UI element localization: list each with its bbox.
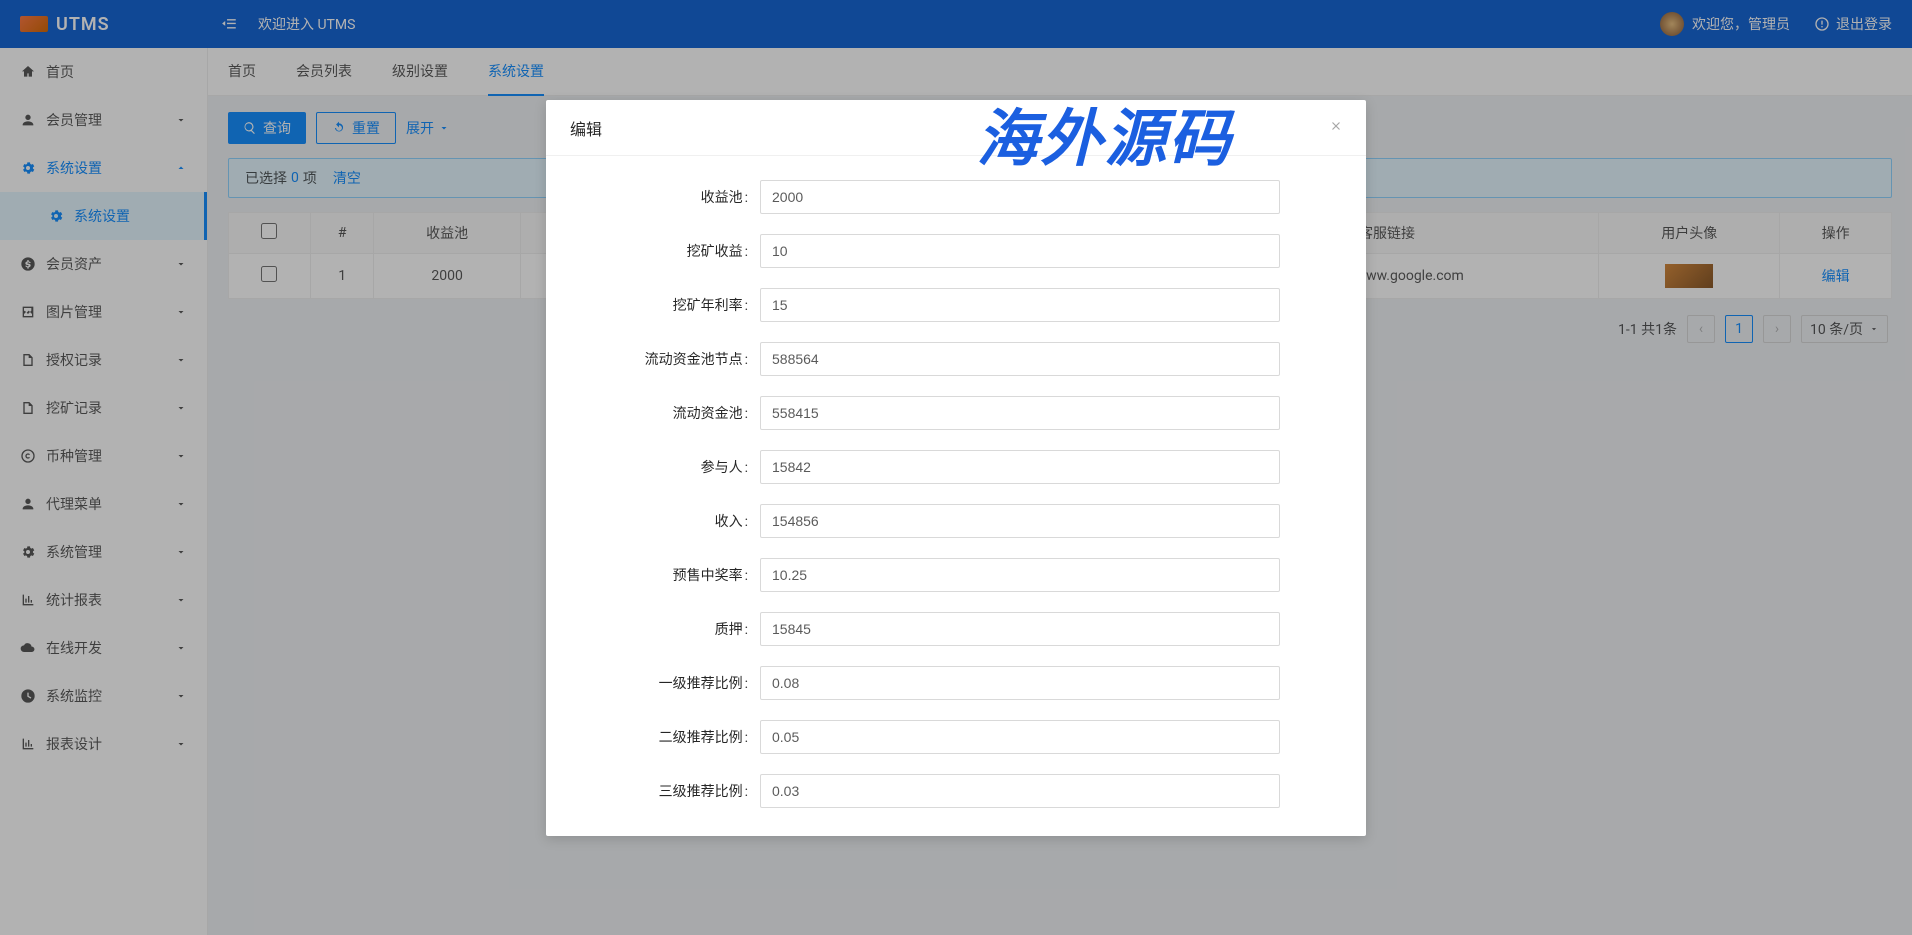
- modal-close-button[interactable]: [1324, 114, 1348, 138]
- form-label-2: 挖矿年利率: [570, 295, 760, 315]
- form-input-3[interactable]: [760, 342, 1280, 376]
- form-label-5: 参与人: [570, 457, 760, 477]
- form-label-0: 收益池: [570, 187, 760, 207]
- form-label-11: 三级推荐比例: [570, 781, 760, 801]
- form-input-6[interactable]: [760, 504, 1280, 538]
- form-row-7: 预售中奖率: [570, 558, 1342, 592]
- close-icon: [1329, 119, 1343, 133]
- form-input-0[interactable]: [760, 180, 1280, 214]
- modal-title: 编辑: [546, 100, 1366, 156]
- modal-body: 收益池挖矿收益挖矿年利率流动资金池节点流动资金池参与人收入预售中奖率质押一级推荐…: [546, 156, 1366, 836]
- form-input-8[interactable]: [760, 612, 1280, 646]
- form-input-4[interactable]: [760, 396, 1280, 430]
- form-label-9: 一级推荐比例: [570, 673, 760, 693]
- form-label-3: 流动资金池节点: [570, 349, 760, 369]
- form-label-6: 收入: [570, 511, 760, 531]
- form-row-0: 收益池: [570, 180, 1342, 214]
- form-row-11: 三级推荐比例: [570, 774, 1342, 808]
- form-label-4: 流动资金池: [570, 403, 760, 423]
- form-row-4: 流动资金池: [570, 396, 1342, 430]
- form-label-10: 二级推荐比例: [570, 727, 760, 747]
- form-row-8: 质押: [570, 612, 1342, 646]
- form-row-10: 二级推荐比例: [570, 720, 1342, 754]
- form-label-7: 预售中奖率: [570, 565, 760, 585]
- form-row-5: 参与人: [570, 450, 1342, 484]
- form-row-9: 一级推荐比例: [570, 666, 1342, 700]
- form-input-2[interactable]: [760, 288, 1280, 322]
- form-input-10[interactable]: [760, 720, 1280, 754]
- form-input-11[interactable]: [760, 774, 1280, 808]
- form-label-8: 质押: [570, 619, 760, 639]
- form-row-2: 挖矿年利率: [570, 288, 1342, 322]
- form-input-7[interactable]: [760, 558, 1280, 592]
- form-label-1: 挖矿收益: [570, 241, 760, 261]
- edit-modal: 编辑 收益池挖矿收益挖矿年利率流动资金池节点流动资金池参与人收入预售中奖率质押一…: [546, 100, 1366, 836]
- form-input-1[interactable]: [760, 234, 1280, 268]
- form-input-9[interactable]: [760, 666, 1280, 700]
- form-row-1: 挖矿收益: [570, 234, 1342, 268]
- form-row-3: 流动资金池节点: [570, 342, 1342, 376]
- form-row-6: 收入: [570, 504, 1342, 538]
- form-input-5[interactable]: [760, 450, 1280, 484]
